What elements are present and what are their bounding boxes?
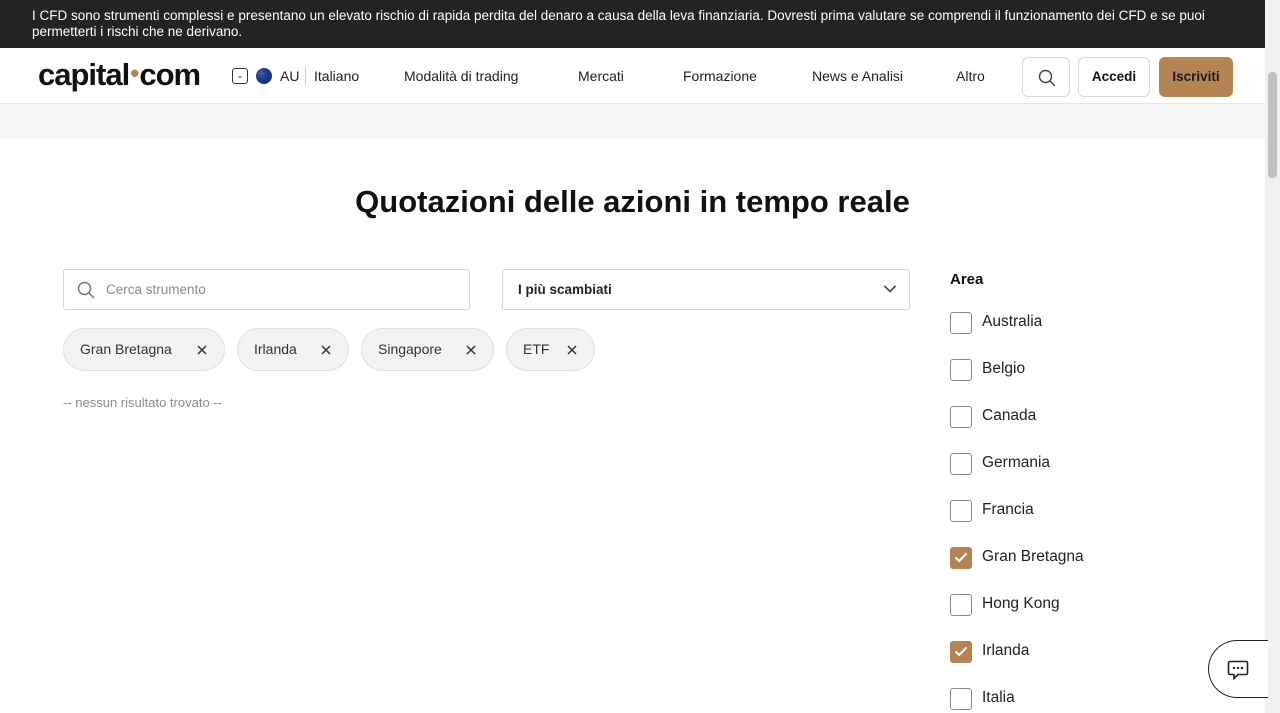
sort-selected-value: I più scambiati [518, 282, 612, 297]
area-option-label: Belgio [982, 360, 1026, 377]
filter-chip-gran-bretagna: Gran Bretagna [63, 328, 225, 371]
close-icon[interactable] [465, 344, 477, 356]
area-option-label: Canada [982, 407, 1037, 424]
logo-text-left: capital [38, 57, 130, 92]
sort-select[interactable]: I più scambiati [502, 269, 910, 310]
nav-trading-modes[interactable]: Modalità di trading [404, 68, 518, 84]
header-search-button[interactable] [1022, 57, 1070, 97]
instrument-search-input[interactable] [106, 270, 461, 309]
area-checkbox[interactable] [950, 500, 972, 522]
area-checkbox[interactable] [950, 312, 972, 334]
area-checkbox[interactable] [950, 406, 972, 428]
filter-chip-irlanda: Irlanda [237, 328, 349, 371]
capital-com-logo[interactable]: capital•com [38, 57, 201, 93]
nav-markets[interactable]: Mercati [578, 68, 624, 84]
close-icon[interactable] [196, 344, 208, 356]
risk-warning-banner: I CFD sono strumenti complessi e present… [0, 0, 1265, 48]
chip-label: ETF [523, 341, 550, 357]
chat-bubble-icon [1227, 660, 1249, 681]
filter-chip-etf: ETF [506, 328, 595, 371]
filter-chip-singapore: Singapore [361, 328, 494, 371]
area-checkbox[interactable] [950, 594, 972, 616]
area-checkbox[interactable] [950, 688, 972, 710]
search-icon [1038, 69, 1056, 87]
logo-text-right: com [139, 57, 201, 92]
site-header: capital•com ⌄ AU Italiano Modalità di tr… [0, 48, 1265, 104]
area-option-label: Hong Kong [982, 595, 1060, 612]
instrument-search-box[interactable] [63, 269, 470, 310]
close-icon[interactable] [320, 344, 332, 356]
nav-more[interactable]: Altro [956, 68, 985, 84]
checkmark-icon [954, 552, 968, 563]
area-option-label: Francia [982, 501, 1034, 518]
australia-flag-icon [256, 68, 272, 84]
area-filter-title: Area [950, 271, 984, 288]
chat-button[interactable] [1208, 640, 1268, 698]
scrollbar-thumb[interactable] [1268, 72, 1277, 178]
risk-warning-text: I CFD sono strumenti complessi e present… [32, 8, 1205, 39]
area-option-label: Italia [982, 689, 1015, 706]
chevron-down-icon [883, 285, 897, 293]
grey-band [0, 104, 1265, 139]
login-button[interactable]: Accedi [1078, 57, 1150, 97]
area-option-label: Gran Bretagna [982, 548, 1084, 565]
area-checkbox[interactable] [950, 359, 972, 381]
no-results-message: -- nessun risultato trovato -- [63, 395, 222, 410]
page-title: Quotazioni delle azioni in tempo reale [355, 184, 910, 219]
checkmark-icon [954, 646, 968, 657]
area-checkbox[interactable] [950, 453, 972, 475]
language-selector[interactable]: Italiano [314, 68, 359, 84]
close-icon[interactable] [566, 344, 578, 356]
area-option-label: Irlanda [982, 642, 1030, 659]
chevron-down-icon[interactable]: ⌄ [232, 68, 248, 84]
signup-button[interactable]: Iscriviti [1159, 57, 1233, 97]
area-checkbox[interactable] [950, 641, 972, 663]
search-icon [77, 281, 95, 299]
area-checkbox[interactable] [950, 547, 972, 569]
nav-education[interactable]: Formazione [683, 68, 757, 84]
chip-label: Gran Bretagna [80, 341, 172, 357]
area-option-label: Australia [982, 313, 1043, 330]
logo-dot: • [130, 58, 139, 88]
chip-label: Irlanda [254, 341, 297, 357]
nav-news-analysis[interactable]: News e Analisi [812, 68, 903, 84]
region-divider [305, 67, 306, 85]
region-code[interactable]: AU [280, 68, 299, 84]
area-option-label: Germania [982, 454, 1051, 471]
chip-label: Singapore [378, 341, 442, 357]
